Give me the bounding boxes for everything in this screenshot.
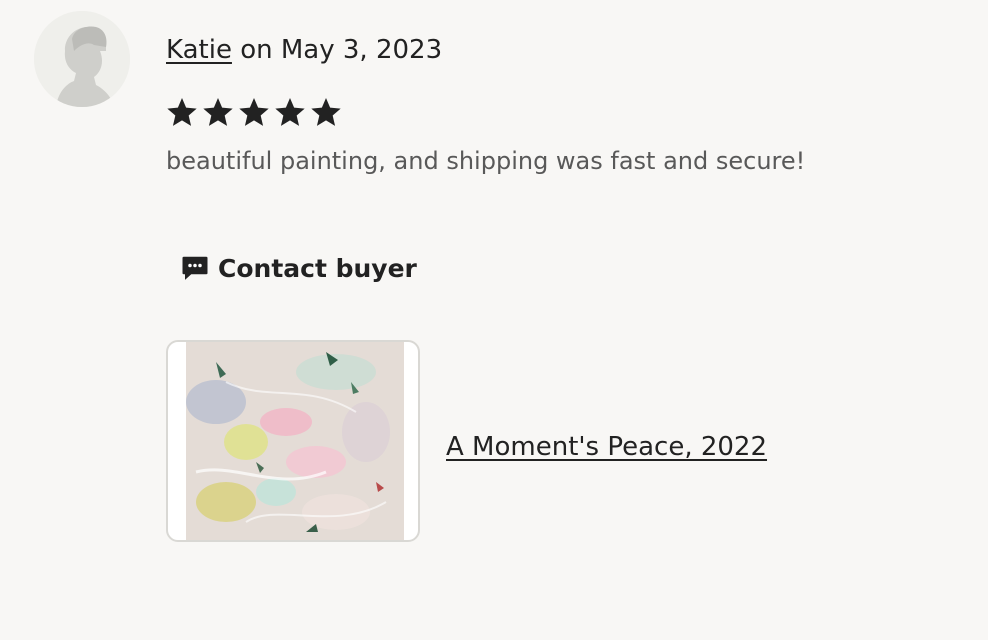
star-icon bbox=[167, 98, 197, 126]
reviewer-name-link[interactable]: Katie bbox=[166, 35, 232, 65]
abstract-painting-image bbox=[186, 342, 404, 540]
default-avatar-icon bbox=[34, 11, 130, 107]
listing-title-link[interactable]: A Moment's Peace, 2022 bbox=[446, 430, 767, 464]
listing-thumbnail[interactable] bbox=[166, 340, 420, 542]
reviewer-avatar bbox=[34, 11, 130, 107]
contact-buyer-label: Contact buyer bbox=[218, 253, 417, 283]
star-icon bbox=[275, 98, 305, 126]
review-meta: Katie on May 3, 2023 bbox=[166, 33, 442, 67]
chat-bubble-icon bbox=[182, 256, 208, 280]
star-rating bbox=[166, 96, 342, 130]
review-text: beautiful painting, and shipping was fas… bbox=[166, 147, 806, 175]
star-icon bbox=[311, 98, 341, 126]
review-date: on May 3, 2023 bbox=[240, 35, 443, 65]
star-icon bbox=[239, 98, 269, 126]
contact-buyer-button[interactable]: Contact buyer bbox=[166, 240, 431, 296]
star-icon bbox=[203, 98, 233, 126]
